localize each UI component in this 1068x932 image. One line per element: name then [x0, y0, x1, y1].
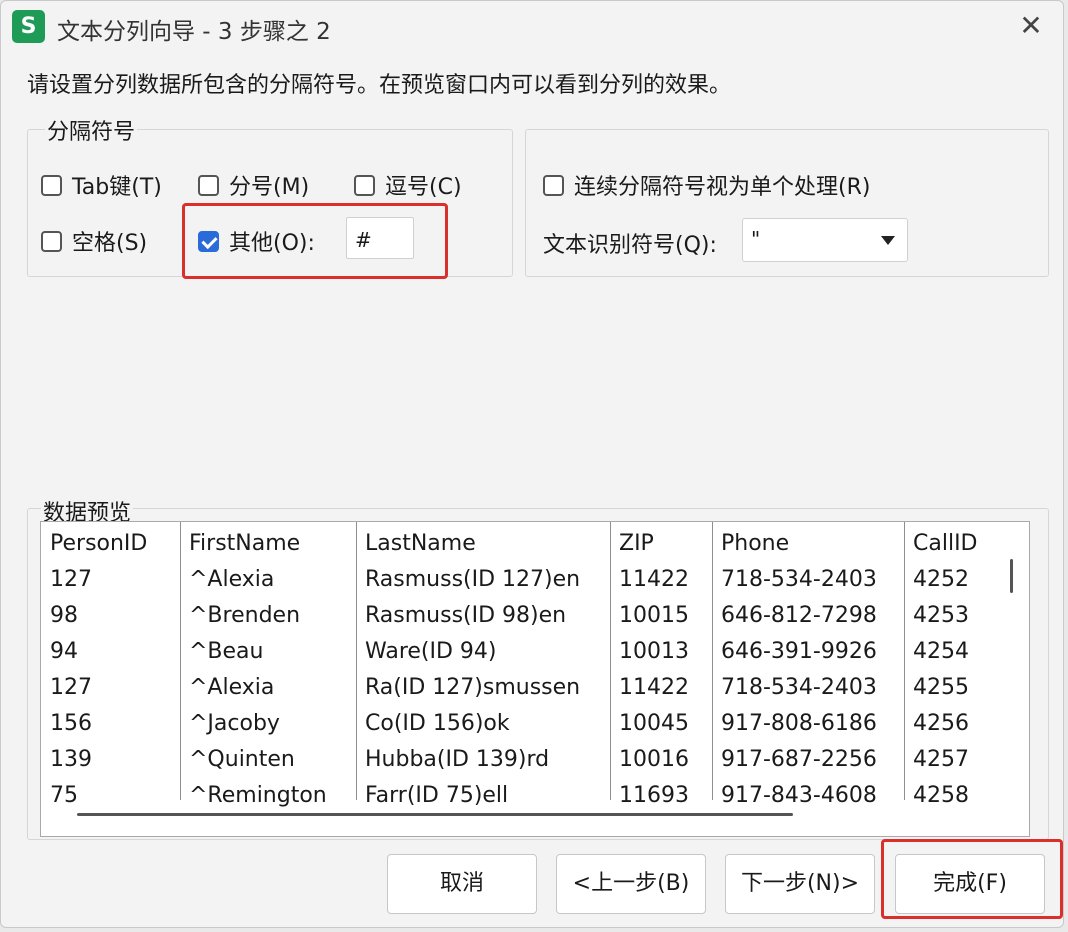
- preview-cell: 4255: [913, 675, 969, 700]
- back-button[interactable]: <上一步(B): [556, 854, 706, 914]
- preview-cell: 10045: [619, 711, 689, 736]
- preview-cell: 718-534-2403: [721, 675, 877, 700]
- preview-cell: 4254: [913, 639, 969, 664]
- horizontal-scrollbar[interactable]: [77, 813, 793, 816]
- preview-cell: 11422: [619, 675, 689, 700]
- close-button[interactable]: ✕: [1015, 11, 1047, 43]
- preview-cell: Rasmuss(ID 127)en: [365, 567, 581, 592]
- preview-cell: ^Beau: [189, 639, 264, 664]
- preview-column: Phone 718-534-2403 646-812-7298 646-391-992…: [712, 522, 905, 808]
- preview-cell: 917-843-4608: [721, 783, 877, 808]
- preview-column: FirstName ^Alexia ^Brenden ^Beau ^Alexia ^Jac…: [180, 522, 357, 808]
- consecutive-delimiters-box[interactable]: [543, 174, 564, 196]
- comma-checkbox[interactable]: 逗号(C): [354, 169, 462, 201]
- preview-cell: 10015: [619, 603, 689, 628]
- preview-column-header: Phone: [721, 531, 790, 556]
- preview-cell: 139: [50, 747, 92, 772]
- preview-column: LastName Rasmuss(ID 127)en Rasmuss(ID 98)e…: [356, 522, 611, 808]
- text-qualifier-select[interactable]: ": [742, 218, 908, 262]
- preview-cell: ^Quinten: [189, 747, 295, 772]
- preview-cell: Rasmuss(ID 98)en: [365, 603, 567, 628]
- preview-column-header: CallID: [913, 531, 978, 556]
- tab-checkbox-box[interactable]: [41, 174, 62, 196]
- vertical-scrollbar[interactable]: [1010, 559, 1013, 593]
- space-checkbox-box[interactable]: [41, 230, 62, 252]
- semicolon-checkbox[interactable]: 分号(M): [198, 169, 309, 201]
- preview-cell: 646-391-9926: [721, 639, 877, 664]
- preview-column-header: FirstName: [189, 531, 301, 556]
- text-qualifier-value: ": [751, 227, 761, 251]
- preview-cell: 10016: [619, 747, 689, 772]
- preview-column-header: LastName: [365, 531, 476, 556]
- preview-cell: 156: [50, 711, 92, 736]
- next-button[interactable]: 下一步(N)>: [725, 854, 875, 914]
- preview-cell: 94: [50, 639, 78, 664]
- preview-column: ZIP 11422 10015 10013 11422 10045 10016 11693: [610, 522, 713, 808]
- comma-checkbox-label: 逗号(C): [385, 175, 462, 200]
- preview-column-header: PersonID: [50, 531, 148, 556]
- preview-cell: 4258: [913, 783, 969, 808]
- text-qualifier-label: 文本识别符号(Q):: [543, 233, 717, 258]
- preview-column-header: ZIP: [619, 531, 654, 556]
- text-to-columns-dialog: S 文本分列向导 - 3 步骤之 2 ✕ 请设置分列数据所包含的分隔符号。在预览…: [0, 0, 1064, 928]
- preview-cell: 98: [50, 603, 78, 628]
- consecutive-delimiters-checkbox[interactable]: 连续分隔符号视为单个处理(R): [543, 169, 870, 201]
- preview-cell: ^Brenden: [189, 603, 301, 628]
- preview-cell: 11422: [619, 567, 689, 592]
- preview-cell: Ra(ID 127)smussen: [365, 675, 581, 700]
- preview-cell: 75: [50, 783, 78, 808]
- highlight-frame-other: [182, 203, 448, 279]
- dropdown-arrow-icon[interactable]: [881, 236, 895, 245]
- preview-cell: Farr(ID 75)ell: [365, 783, 509, 808]
- preview-cell: Co(ID 156)ok: [365, 711, 510, 736]
- dialog-title: 文本分列向导 - 3 步骤之 2: [57, 19, 331, 45]
- tab-checkbox-label: Tab键(T): [72, 175, 162, 200]
- comma-checkbox-box[interactable]: [354, 174, 375, 196]
- cancel-button[interactable]: 取消: [387, 854, 537, 914]
- preview-cell: Ware(ID 94): [365, 639, 497, 664]
- spreadsheet-app-icon: S: [12, 10, 45, 43]
- preview-column: PersonID 127 98 94 127 156 139 75: [41, 522, 181, 808]
- space-checkbox[interactable]: 空格(S): [41, 225, 147, 257]
- instruction-text: 请设置分列数据所包含的分隔符号。在预览窗口内可以看到分列的效果。: [27, 73, 732, 98]
- preview-cell: ^Alexia: [189, 675, 275, 700]
- preview-cell: 4253: [913, 603, 969, 628]
- preview-cell: Hubba(ID 139)rd: [365, 747, 550, 772]
- preview-cell: 917-808-6186: [721, 711, 877, 736]
- data-preview-table[interactable]: PersonID 127 98 94 127 156 139 75 FirstName ^Alex…: [40, 521, 1030, 837]
- preview-cell: ^Jacoby: [189, 711, 280, 736]
- preview-cell: 917-687-2256: [721, 747, 877, 772]
- preview-cell: ^Alexia: [189, 567, 275, 592]
- delimiters-group-label: 分隔符号: [45, 114, 138, 146]
- preview-cell: 4257: [913, 747, 969, 772]
- highlight-frame-finish: [881, 839, 1063, 919]
- preview-cell: 4252: [913, 567, 969, 592]
- preview-cell: 127: [50, 567, 92, 592]
- tab-checkbox[interactable]: Tab键(T): [41, 169, 162, 201]
- preview-cell: 646-812-7298: [721, 603, 877, 628]
- preview-cell: 718-534-2403: [721, 567, 877, 592]
- title-bar: S 文本分列向导 - 3 步骤之 2 ✕: [1, 1, 1063, 53]
- preview-cell: ^Remington: [189, 783, 327, 808]
- semicolon-checkbox-box[interactable]: [198, 174, 219, 196]
- semicolon-checkbox-label: 分号(M): [229, 175, 310, 200]
- space-checkbox-label: 空格(S): [72, 231, 148, 256]
- preview-cell: 4256: [913, 711, 969, 736]
- preview-cell: 10013: [619, 639, 689, 664]
- preview-cell: 11693: [619, 783, 689, 808]
- consecutive-delimiters-label: 连续分隔符号视为单个处理(R): [574, 175, 871, 200]
- preview-cell: 127: [50, 675, 92, 700]
